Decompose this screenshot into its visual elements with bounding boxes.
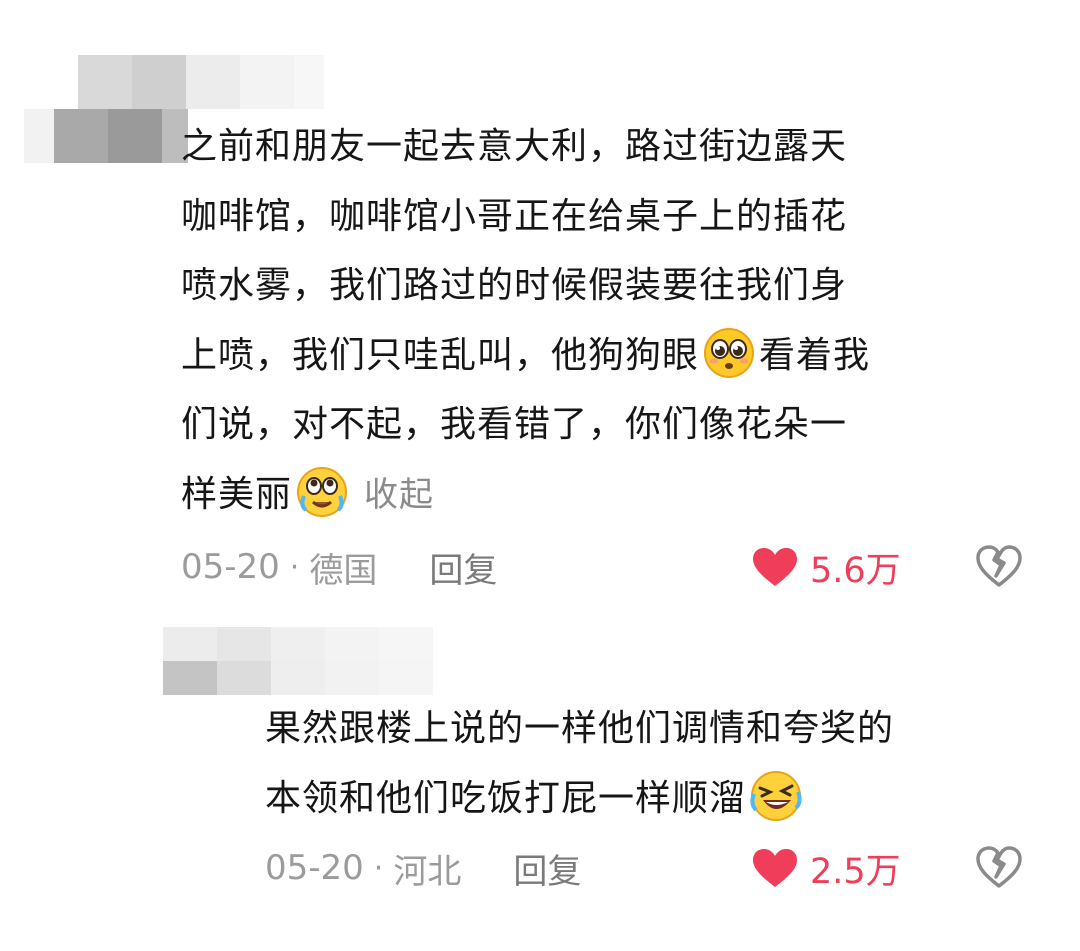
comment-2-meta: 05-20 · 河北 回复: [265, 843, 581, 893]
separator-dot: ·: [289, 549, 300, 585]
collapse-link[interactable]: 收起: [364, 475, 434, 515]
comment-1-line: 之前和朋友一起去意大利，路过街边露天: [181, 126, 848, 167]
comment-1-line: 们说，对不起，我看错了，你们像花朵一: [181, 404, 848, 445]
like-button[interactable]: 5.6万: [752, 542, 901, 592]
comment-1-line: 上喷，我们只哇乱叫，他狗狗眼 看着我: [181, 321, 870, 391]
blurred-avatar-2[interactable]: [163, 627, 433, 695]
tearful-face-icon: [297, 466, 348, 517]
separator-dot: ·: [373, 850, 384, 886]
reply-button[interactable]: 回复: [429, 543, 497, 592]
comment-1-line-part: 上喷，我们只哇乱叫，他狗狗眼: [181, 334, 700, 376]
rolling-laughing-icon: [750, 770, 802, 821]
heart-icon: [753, 548, 797, 586]
comment-2-line: 果然跟楼上说的一样他们调情和夸奖的: [265, 708, 895, 749]
like-count: 5.6万: [810, 550, 901, 591]
comment-1-line: 样美丽 收起: [181, 460, 870, 531]
comment-1-line-part: 看着我: [759, 334, 871, 376]
comment-date: 05-20: [181, 547, 280, 587]
broken-heart-icon[interactable]: [976, 846, 1022, 888]
pleading-face-icon: [704, 327, 755, 378]
comment-1-line: 咖啡馆，咖啡馆小哥正在给桌子上的插花: [181, 195, 848, 237]
comment-1-line-part: 样美丽: [181, 473, 293, 515]
reply-button[interactable]: 回复: [513, 844, 581, 893]
comment-location: 河北: [393, 851, 462, 892]
comment-date: 05-20: [265, 848, 364, 888]
comment-2-line: 本领和他们吃饭打屁一样顺溜: [265, 764, 894, 834]
comment-2-body: 果然跟楼上说的一样他们调情和夸奖的 本领和他们吃饭打屁一样顺溜: [265, 694, 894, 833]
comment-1-meta: 05-20 · 德国 回复: [181, 542, 497, 592]
comment-2-line-part: 本领和他们吃饭打屁一样顺溜: [265, 777, 747, 819]
like-count: 2.5万: [810, 851, 901, 892]
comment-location: 德国: [309, 550, 378, 591]
heart-icon: [753, 849, 797, 887]
comment-1-line: 喷水雾，我们路过的时候假装要往我们身: [181, 265, 848, 306]
like-button[interactable]: 2.5万: [752, 843, 901, 893]
comment-1-body: 之前和朋友一起去意大利，路过街边露天 咖啡馆，咖啡馆小哥正在给桌子上的插花 喷水…: [181, 112, 870, 530]
broken-heart-icon[interactable]: [976, 545, 1022, 587]
